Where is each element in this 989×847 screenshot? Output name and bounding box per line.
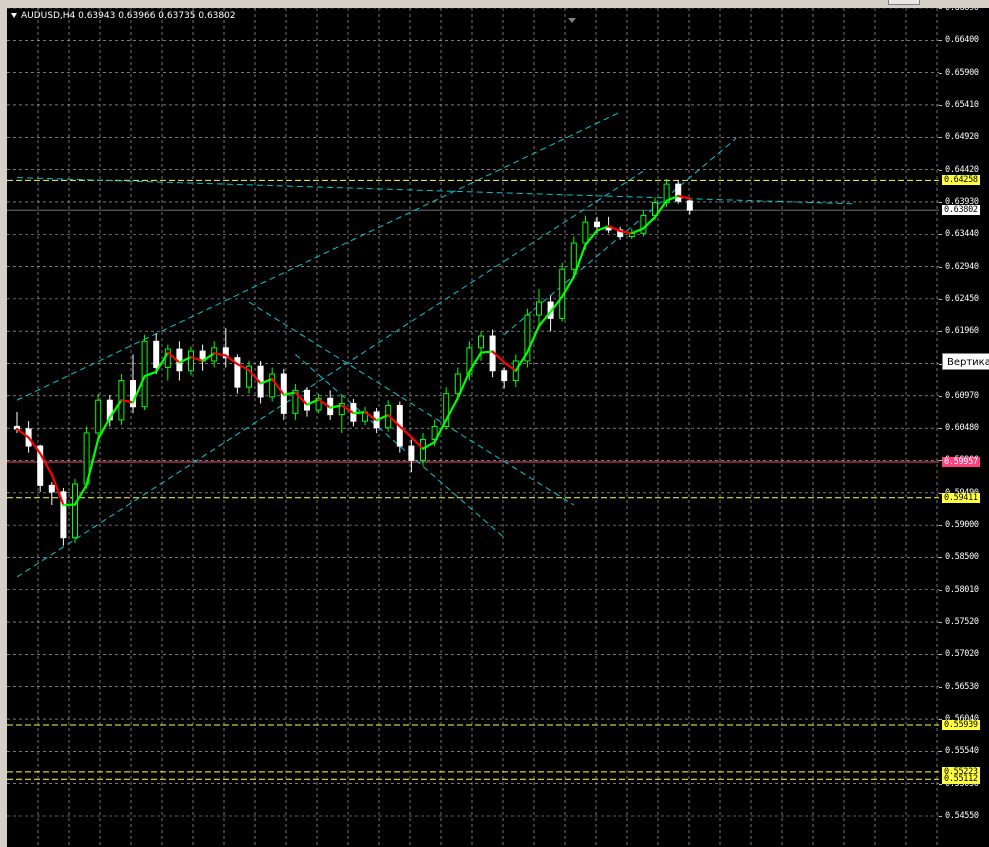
axis-tick-label: 0.58500 [945,552,979,563]
candle-body [141,340,148,408]
candle-body [420,439,426,461]
candle-body [582,221,589,244]
axis-tick-mark [939,428,942,430]
axis-tick-label: 0.64920 [945,132,979,143]
axis-tick-label: 0.62940 [945,261,979,272]
channel-line [16,177,853,205]
candle-body [95,399,102,434]
axis-tick-mark [939,686,942,688]
tooltip: Вертика [942,353,989,370]
axis-tick-label: 0.54550 [945,811,979,821]
window-restore-button[interactable] [888,0,920,5]
symbol-info: AUDUSD,H4 0.63943 0.63966 0.63735 0.6380… [21,11,236,21]
axis-tick-mark [939,72,942,74]
axis-tick-label: 0.59000 [945,520,979,531]
axis-tick-mark [939,751,942,753]
channel-line [16,170,644,578]
axis-tick-mark [939,8,942,9]
dropdown-arrow-icon[interactable] [11,13,17,18]
axis-tick-label: 0.64420 [945,164,979,175]
horizontal-levels [7,179,939,780]
axis-tick-label: 0.55540 [945,746,979,757]
candle-body [594,221,600,228]
symbol-header: AUDUSD,H4 0.63943 0.63966 0.63735 0.6380… [11,11,236,21]
candle-body [675,183,682,202]
chart-window: AUDUSD,H4 0.63943 0.63966 0.63735 0.6380… [0,0,989,847]
candle-body [536,301,542,316]
chart-plot-area[interactable] [7,8,939,847]
candle-body [269,373,276,398]
candle-body [153,340,160,368]
candle-body [454,373,461,395]
price-label-badge: 0.55939 [942,720,980,731]
price-label-badge: 0.55112 [942,774,980,785]
axis-tick-label: 0.58010 [945,584,979,595]
axis-tick-label: 0.57520 [945,617,979,628]
candle-body [686,200,693,211]
axis-tick-mark [939,40,942,42]
chart-grid [7,8,939,847]
candle-body [188,350,194,372]
candle-body [478,335,484,349]
axis-tick-label: 0.57020 [945,649,979,660]
axis-tick-mark [939,201,942,203]
axis-tick-label: 0.61960 [945,326,979,337]
axis-tick-mark [939,557,942,559]
axis-tick-label: 0.60970 [945,390,979,401]
axis-tick-mark [939,395,942,397]
price-chart[interactable] [7,8,939,847]
axis-tick-label: 0.60480 [945,423,979,434]
candle-body [501,370,508,382]
price-label-badge: 0.63802 [942,205,980,216]
candle-body [304,389,310,411]
chart-shift-marker-icon[interactable] [568,18,576,23]
price-label-badge: 0.64258 [942,175,980,186]
axis-tick-mark [939,234,942,236]
candle-body [72,483,78,539]
candle-body [640,215,647,234]
axis-tick-label: 0.66400 [945,35,979,46]
axis-tick-mark [939,622,942,624]
axis-tick-mark [939,298,942,300]
moving-average [15,194,691,507]
candle-body [408,445,415,461]
axis-tick-mark [939,816,942,817]
axis-tick-label: 0.62450 [945,293,979,304]
axis-tick-mark [939,331,942,333]
ma-segment [352,411,367,415]
axis-tick-mark [939,104,942,106]
axis-tick-mark [939,654,942,656]
axis-tick-mark [939,589,942,591]
axis-tick-label: 0.63440 [945,229,979,240]
price-axis[interactable]: 0.66890 0.66400 0.65900 0.65410 0.64920 0.644… [939,8,989,847]
candle-body [48,484,55,493]
candles [14,178,693,546]
axis-tick-mark [939,266,942,268]
candle-body [570,242,577,270]
price-label-badge: 0.59957 [942,456,980,467]
axis-tick-label: 0.65410 [945,99,979,110]
axis-tick-label: 0.56530 [945,681,979,692]
price-label-badge: 0.59411 [942,492,980,503]
axis-tick-label: 0.65900 [945,67,979,78]
axis-tick-mark [939,525,942,527]
axis-tick-label: 0.66890 [945,8,979,13]
axis-tick-mark [939,137,942,139]
ma-segment [479,350,494,354]
axis-tick-mark [939,169,942,171]
